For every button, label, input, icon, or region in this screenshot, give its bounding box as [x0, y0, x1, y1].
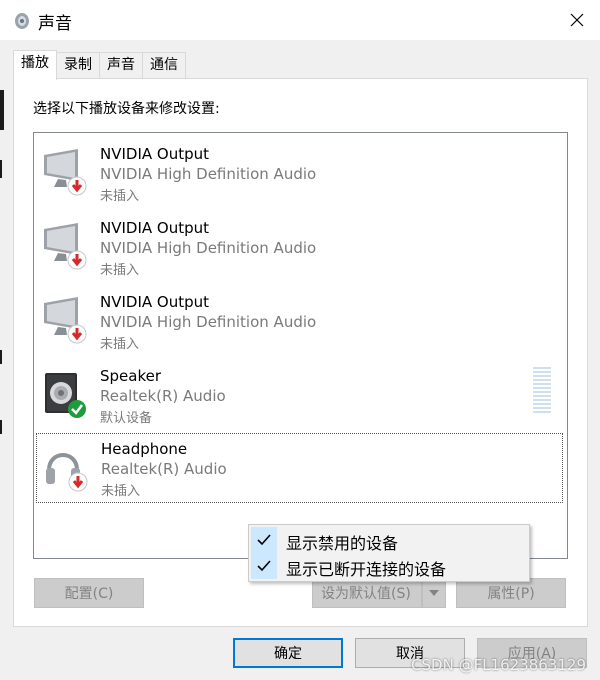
device-driver: NVIDIA High Definition Audio — [100, 313, 317, 331]
default-check-badge-icon — [68, 400, 86, 418]
tab-strip: 播放 录制 声音 通信 — [13, 50, 186, 80]
volume-meter — [533, 367, 551, 415]
device-name: Headphone — [101, 440, 188, 458]
device-status: 未插入 — [101, 484, 141, 499]
device-status: 未插入 — [100, 189, 140, 204]
close-icon — [570, 13, 584, 27]
monitor-icon — [44, 297, 87, 344]
unplugged-badge-icon — [67, 324, 87, 344]
device-status: 未插入 — [100, 263, 140, 278]
menu-item-show-disconnected[interactable]: 显示已断开连接的设备 — [251, 553, 527, 579]
device-list[interactable]: NVIDIA Output NVIDIA High Definition Aud… — [33, 132, 568, 559]
speaker-icon — [45, 373, 86, 418]
watermark: CSDN @FL1623863129 — [411, 656, 586, 674]
device-driver: NVIDIA High Definition Audio — [100, 165, 317, 183]
device-item-headphone[interactable]: Headphone Realtek(R) Audio 未插入 — [36, 433, 563, 503]
tab-communications[interactable]: 通信 — [142, 52, 186, 79]
monitor-icon — [44, 223, 87, 270]
monitor-icon — [44, 149, 87, 196]
device-name: NVIDIA Output — [100, 293, 210, 311]
background-window-edge — [0, 90, 4, 130]
headphone-icon — [46, 453, 88, 492]
device-driver: Realtek(R) Audio — [101, 460, 227, 478]
set-default-dropdown-button[interactable] — [422, 578, 446, 608]
unplugged-badge-icon — [68, 472, 88, 492]
checkmark-icon — [257, 534, 271, 546]
unplugged-badge-icon — [67, 250, 87, 270]
menu-check — [251, 527, 277, 553]
background-window-edge — [0, 160, 2, 178]
properties-button[interactable]: 属性(P) — [456, 578, 566, 608]
device-driver: Realtek(R) Audio — [100, 387, 226, 405]
device-status: 未插入 — [100, 337, 140, 352]
device-driver: NVIDIA High Definition Audio — [100, 239, 317, 257]
tab-sounds[interactable]: 声音 — [99, 52, 143, 79]
device-item-nvidia-output-2[interactable]: NVIDIA Output NVIDIA High Definition Aud… — [36, 213, 563, 283]
chevron-down-icon — [429, 590, 439, 596]
speaker-app-icon — [15, 13, 29, 29]
ok-button[interactable]: 确定 — [233, 638, 343, 668]
menu-item-show-disabled[interactable]: 显示禁用的设备 — [251, 527, 527, 553]
device-item-nvidia-output-1[interactable]: NVIDIA Output NVIDIA High Definition Aud… — [36, 139, 563, 209]
window-title: 声音 — [38, 14, 72, 34]
menu-item-label: 显示禁用的设备 — [286, 534, 399, 553]
tab-recording[interactable]: 录制 — [56, 52, 100, 79]
background-window-edge — [0, 350, 2, 364]
device-name: Speaker — [100, 367, 162, 385]
tab-playback[interactable]: 播放 — [13, 50, 57, 80]
device-status: 默认设备 — [100, 411, 153, 426]
background-window-edge — [0, 420, 2, 434]
instruction-text: 选择以下播放设备来修改设置: — [33, 101, 220, 117]
unplugged-badge-icon — [67, 176, 87, 196]
device-name: NVIDIA Output — [100, 219, 210, 237]
set-default-button[interactable]: 设为默认值(S) — [312, 578, 422, 608]
checkmark-icon — [257, 560, 271, 572]
title-bar: 声音 — [0, 0, 600, 40]
context-menu: 显示禁用的设备 显示已断开连接的设备 — [248, 524, 530, 582]
close-button[interactable] — [554, 0, 600, 40]
menu-item-label: 显示已断开连接的设备 — [286, 560, 447, 579]
configure-button[interactable]: 配置(C) — [34, 578, 144, 608]
device-name: NVIDIA Output — [100, 145, 210, 163]
menu-check — [251, 553, 277, 579]
set-default-label: 设为默认值(S) — [321, 586, 411, 602]
device-item-nvidia-output-3[interactable]: NVIDIA Output NVIDIA High Definition Aud… — [36, 287, 563, 357]
device-item-speaker[interactable]: Speaker Realtek(R) Audio 默认设备 — [36, 361, 563, 431]
